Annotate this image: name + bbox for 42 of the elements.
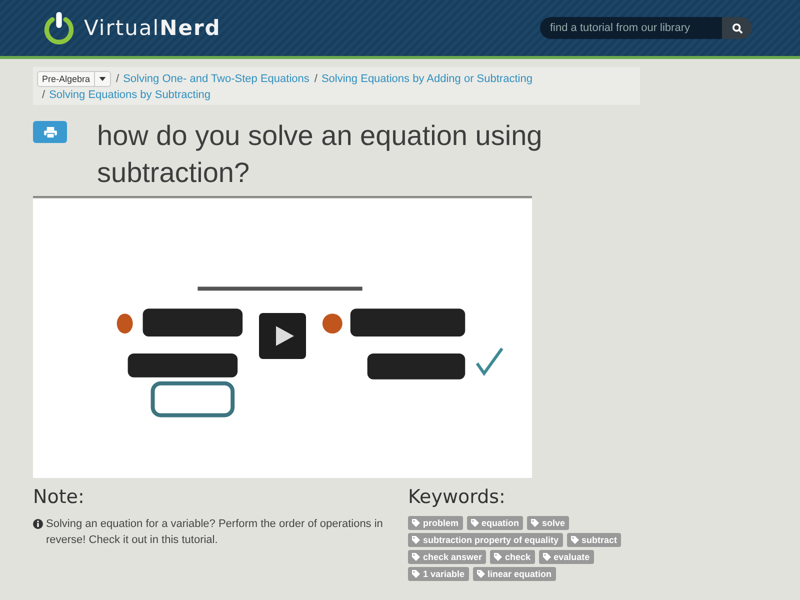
tag-icon — [470, 519, 479, 527]
search-icon — [732, 22, 742, 34]
separator: / — [314, 73, 318, 85]
keyword-tag[interactable]: evaluate — [538, 550, 594, 564]
tag-icon — [412, 553, 420, 561]
caret-icon — [99, 77, 106, 81]
keyword-tag[interactable]: equation — [466, 516, 524, 530]
tag-icon — [412, 570, 420, 578]
subject-dropdown[interactable]: Pre-Algebra — [37, 71, 112, 87]
keyword-tag[interactable]: check — [490, 550, 535, 564]
tag-icon — [542, 553, 551, 561]
breadcrumb-link[interactable]: Solving Equations by Subtracting — [49, 89, 210, 101]
tag-icon — [412, 519, 420, 527]
power-icon — [42, 10, 76, 46]
keyword-tag[interactable]: problem — [408, 516, 463, 530]
keyword-tag[interactable]: subtract — [566, 533, 622, 547]
tag-icon — [570, 536, 579, 544]
page-title: how do you solve an equation using subtraction? — [97, 119, 544, 190]
keyword-tag[interactable]: solve — [527, 516, 570, 530]
note-text: Solving an equation for a variable? Perform the order of operations in reverse! Check it out in this tutorial. — [46, 517, 384, 548]
breadcrumb-link[interactable]: Solving One- and Two-Step Equations — [123, 73, 310, 85]
keyword-tag[interactable]: linear equation — [472, 567, 556, 581]
search-field[interactable]: find a tutorial from our library — [540, 17, 722, 39]
search-button[interactable] — [722, 17, 752, 39]
note-heading: Note: — [33, 486, 86, 508]
tag-icon — [412, 536, 420, 544]
tag-icon — [531, 519, 540, 527]
tag-icon — [494, 553, 502, 561]
play-icon — [276, 326, 294, 346]
breadcrumb-link[interactable]: Solving Equations by Adding or Subtracting — [321, 73, 532, 85]
keywords-heading: Keywords: — [408, 486, 506, 508]
separator: / — [42, 89, 46, 101]
print-button[interactable] — [33, 121, 67, 143]
tag-icon — [476, 570, 485, 578]
keyword-tag[interactable]: subtraction property of equality — [408, 533, 563, 547]
keyword-tag[interactable]: 1 variable — [408, 567, 469, 581]
separator: / — [116, 73, 120, 85]
info-icon — [33, 519, 43, 529]
keyword-tag[interactable]: check answer — [408, 550, 486, 564]
print-icon — [44, 126, 56, 138]
logo-text[interactable]: Virtual Nerd — [84, 16, 221, 40]
play-button[interactable] — [259, 313, 306, 359]
